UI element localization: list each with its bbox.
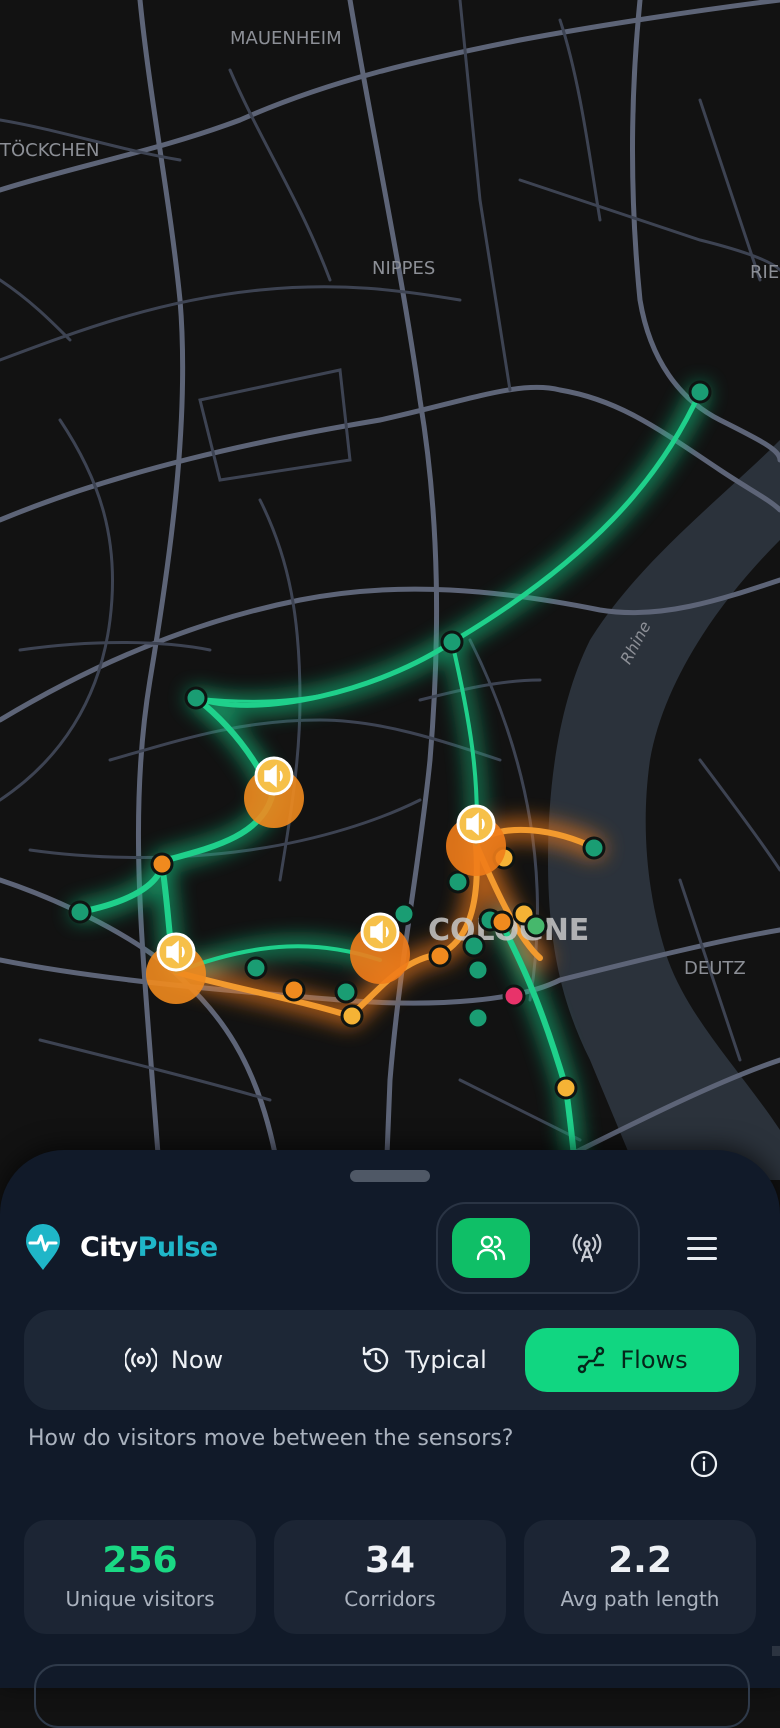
hamburger-icon — [680, 1237, 724, 1260]
sensor-dot[interactable] — [466, 1006, 490, 1030]
stats-row: 256 Unique visitors 34 Corridors 2.2 Avg… — [24, 1520, 756, 1634]
stat-label: Avg path length — [560, 1587, 720, 1611]
sensor-dot[interactable] — [466, 958, 490, 982]
sensor-dot[interactable] — [282, 978, 306, 1002]
stat-value: 256 — [102, 1540, 178, 1581]
tab-typical-label: Typical — [405, 1346, 487, 1374]
sensor-dot[interactable] — [688, 380, 712, 404]
label-deutz: DEUTZ — [684, 958, 746, 979]
sensor-dot[interactable] — [150, 852, 174, 876]
sensor-dot[interactable] — [582, 836, 606, 860]
tab-flows-label: Flows — [620, 1346, 688, 1374]
people-toggle-button[interactable] — [452, 1218, 530, 1278]
label-riehl: RIE — [750, 262, 779, 283]
sheet-drag-handle[interactable] — [350, 1170, 430, 1182]
tab-now[interactable]: Now — [84, 1328, 264, 1392]
flows-question: How do visitors move between the sensors… — [28, 1426, 514, 1451]
scrollbar[interactable] — [772, 1646, 780, 1656]
sensor-dot[interactable] — [490, 910, 514, 934]
sensor-dot[interactable] — [68, 900, 92, 924]
stat-unique-visitors: 256 Unique visitors — [24, 1520, 256, 1634]
view-toggle — [436, 1202, 640, 1294]
app-logo: CityPulse — [24, 1224, 218, 1270]
stat-corridors: 34 Corridors — [274, 1520, 506, 1634]
sensor-dot[interactable] — [524, 914, 548, 938]
people-icon — [476, 1235, 506, 1261]
app-name-part1: City — [80, 1231, 138, 1263]
route-icon — [578, 1346, 605, 1374]
sensor-dot[interactable] — [244, 956, 268, 980]
stat-label: Unique visitors — [65, 1587, 215, 1611]
info-icon[interactable] — [690, 1450, 718, 1478]
sensor-dot[interactable] — [554, 1076, 578, 1100]
stat-label: Corridors — [344, 1587, 436, 1611]
sensor-dot[interactable] — [184, 686, 208, 710]
next-card[interactable] — [34, 1664, 750, 1728]
history-icon — [362, 1346, 389, 1373]
tab-typical[interactable]: Typical — [314, 1328, 534, 1392]
antenna-toggle-button[interactable] — [548, 1218, 626, 1278]
mode-tabs: Now Typical Flows — [24, 1310, 756, 1410]
stat-value: 34 — [364, 1540, 416, 1581]
stat-avg-path-length: 2.2 Avg path length — [524, 1520, 756, 1634]
app-name: CityPulse — [80, 1232, 218, 1263]
bottom-sheet: CityPulse Now Typical Flows How do visit… — [0, 1150, 780, 1728]
tab-now-label: Now — [170, 1346, 224, 1374]
app-name-part2: Pulse — [137, 1231, 219, 1263]
hamburger-menu-button[interactable] — [680, 1230, 724, 1270]
sensor-dot[interactable] — [446, 870, 470, 894]
stat-value: 2.2 — [608, 1540, 672, 1581]
sensor-dot[interactable] — [440, 630, 464, 654]
sensor-dot[interactable] — [462, 934, 486, 958]
sensor-dot[interactable] — [334, 980, 358, 1004]
sensor-dot[interactable] — [428, 944, 452, 968]
sensor-dot[interactable] — [502, 984, 526, 1008]
label-stockchen: TÖCKCHEN — [0, 139, 100, 161]
sensor-dot[interactable] — [392, 902, 416, 926]
tab-flows[interactable]: Flows — [525, 1328, 739, 1392]
broadcast-icon — [124, 1347, 157, 1373]
map[interactable]: MAUENHEIM TÖCKCHEN NIPPES RIE DEUTZ Rhin… — [0, 0, 780, 1180]
sensor-dot[interactable] — [340, 1004, 364, 1028]
antenna-icon — [572, 1233, 602, 1263]
pin-pulse-icon — [26, 1224, 60, 1270]
label-mauenheim: MAUENHEIM — [230, 28, 342, 49]
label-nippes: NIPPES — [372, 258, 435, 279]
